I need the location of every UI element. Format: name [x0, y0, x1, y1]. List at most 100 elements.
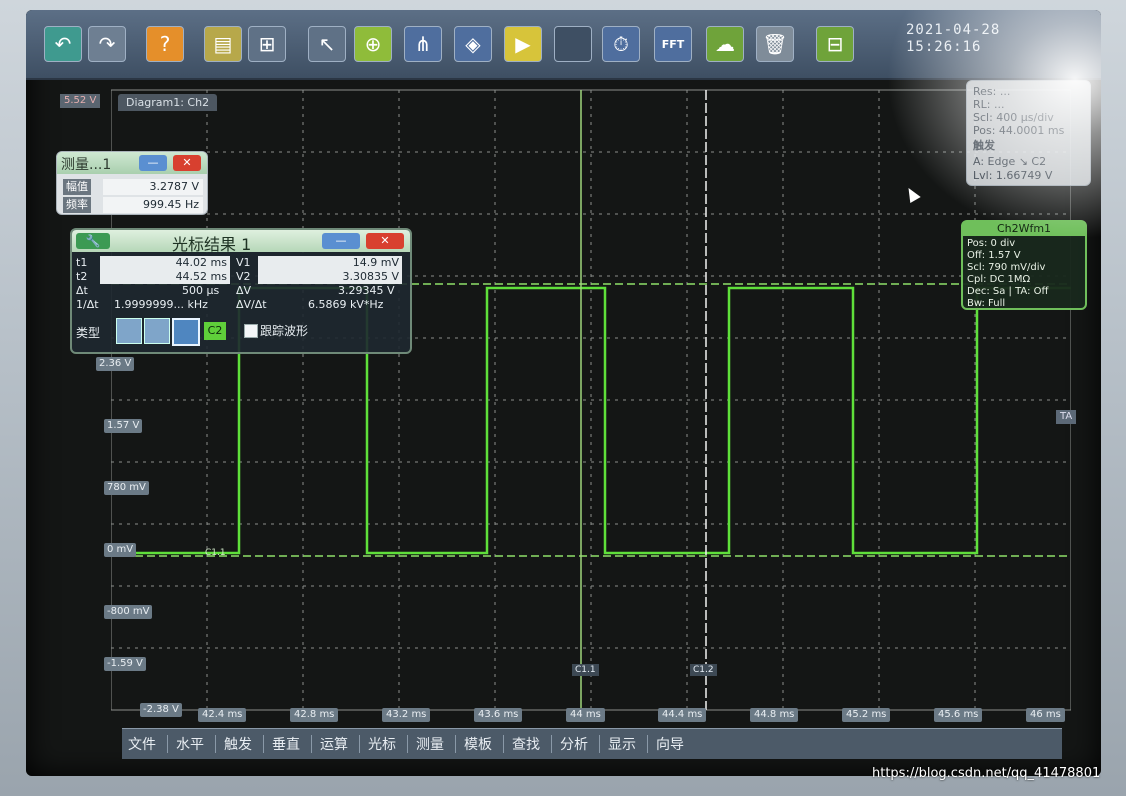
menu-item-11[interactable]: 向导	[656, 734, 684, 754]
cursor-title-bar[interactable]: 🔧 光标结果 1 — ✕	[72, 230, 410, 254]
delete-icon[interactable]: 🗑	[756, 26, 794, 62]
menu-separator	[599, 735, 600, 753]
ch2-scale: Scl: 790 mV/div	[967, 262, 1046, 273]
track-waveform-checkbox[interactable]	[244, 324, 258, 338]
menu-item-3[interactable]: 垂直	[272, 734, 300, 754]
timebase-panel[interactable]: Res: ... RL: ... Scl: 400 µs/div Pos: 44…	[966, 80, 1091, 186]
folder-icon[interactable]: ▤	[204, 26, 242, 62]
menu-separator	[167, 735, 168, 753]
cursor-result-panel[interactable]: 🔧 光标结果 1 — ✕ t1 44.02 ms V1 14.9 mV t2 4…	[70, 228, 412, 354]
type-label: 类型	[76, 326, 101, 340]
help-icon[interactable]: ?	[146, 26, 184, 62]
cursor-type-both-icon[interactable]	[172, 318, 200, 346]
mask-icon[interactable]: ◈	[454, 26, 492, 62]
cursor-type-vertical-icon[interactable]	[144, 318, 170, 344]
x-axis-label: 45.6 ms	[934, 708, 983, 722]
menu-item-4[interactable]: 运算	[320, 734, 348, 754]
cursor-marker-c12[interactable]: C1.2	[690, 664, 717, 676]
ta-marker[interactable]: TA	[1056, 410, 1077, 424]
ch2-decimation: Dec: Sa | TA: Off	[967, 286, 1049, 297]
measurement-label-frequency: 频率	[63, 197, 91, 213]
y-axis-label: -800 mV	[104, 605, 153, 619]
track-waveform-label: 跟踪波形	[260, 324, 309, 338]
datetime-display: 2021-04-28 15:26:16	[906, 22, 1000, 56]
zoom-icon[interactable]: ⊕	[354, 26, 392, 62]
menu-item-2[interactable]: 触发	[224, 734, 252, 754]
marker-icon[interactable]: ▶	[504, 26, 542, 62]
wrench-icon[interactable]: 🔧	[76, 233, 110, 249]
cursor-marker-c11[interactable]: C1.1	[572, 664, 599, 676]
menu-item-9[interactable]: 分析	[560, 734, 588, 754]
v1-value: 14.9 mV	[258, 256, 402, 270]
measurement-panel[interactable]: 测量...1 — ✕ 幅值 3.2787 V 频率 999.45 Hz	[56, 151, 208, 215]
timebase-rl: RL: ...	[973, 98, 1005, 111]
x-axis-label: 44.8 ms	[750, 708, 799, 722]
cloud-icon[interactable]: ☁	[706, 26, 744, 62]
menu-separator	[551, 735, 552, 753]
close-button[interactable]: ✕	[366, 233, 404, 249]
measurement-title-bar[interactable]: 测量...1 — ✕	[57, 152, 207, 174]
c2-source-button[interactable]: C2	[204, 322, 226, 340]
diagram-tab[interactable]: Diagram1: Ch2	[118, 94, 218, 111]
timebase-scale: Scl: 400 µs/div	[973, 111, 1054, 124]
x-axis-label: 45.2 ms	[842, 708, 891, 722]
oscilloscope-screen: ↶ ↷? ▤ ⊞ ↖ ⊕ ⋔ ◈ ▶ ⏱ FFT ☁ 🗑 ⊟ 2021-04-28 15:26:16 Di…	[26, 10, 1101, 776]
x-axis-label: 46 ms	[1026, 708, 1065, 722]
menu-separator	[455, 735, 456, 753]
pointer-icon[interactable]: ↖	[308, 26, 346, 62]
y-axis-label: 1.57 V	[104, 419, 143, 433]
close-button[interactable]: ✕	[173, 155, 201, 171]
dvdt-value: 6.5869 kV*Hz	[308, 298, 384, 311]
t2-label: t2	[76, 270, 88, 283]
y-axis-label: -2.38 V	[140, 703, 182, 717]
menu-item-5[interactable]: 光标	[368, 734, 396, 754]
cursor-title: 光标结果 1	[172, 235, 252, 254]
ch2-title: Ch2Wfm1	[963, 222, 1085, 236]
ch2-waveform-panel[interactable]: Ch2Wfm1 Pos: 0 div Off: 1.57 V Scl: 790 …	[961, 220, 1087, 310]
minimize-button[interactable]: —	[139, 155, 167, 171]
bottom-menu-bar: 文件 水平 触发 垂直 运算 光标 测量 模板 查找 分析 显示 向导	[122, 728, 1062, 759]
dvdt-label: ΔV/Δt	[236, 298, 267, 311]
x-axis-label: 42.8 ms	[290, 708, 339, 722]
layout-icon[interactable]: ⊞	[248, 26, 286, 62]
y-axis-label: 0 mV	[104, 543, 137, 557]
menu-separator	[647, 735, 648, 753]
trigger-heading: 触发	[973, 139, 995, 152]
date-text: 2021-04-28	[906, 22, 1001, 38]
x-axis-label: 43.6 ms	[474, 708, 523, 722]
dv-label: ΔV	[236, 284, 252, 297]
menu-item-1[interactable]: 水平	[176, 734, 204, 754]
measurement-value-frequency: 999.45 Hz	[103, 197, 203, 213]
fft-icon[interactable]: FFT	[654, 26, 692, 62]
cursor-type-horizontal-icon[interactable]	[116, 318, 142, 344]
undo-icon[interactable]: ↶	[44, 26, 82, 62]
y-axis-label: 2.36 V	[96, 357, 135, 371]
dt-label: Δt	[76, 284, 88, 297]
trigger-level: Lvl: 1.66749 V	[973, 169, 1053, 182]
x-axis-label: 44.4 ms	[658, 708, 707, 722]
timebase-res: Res: ...	[973, 85, 1011, 98]
ch2-offset: Off: 1.57 V	[967, 250, 1021, 261]
timer-icon[interactable]: ⏱	[602, 26, 640, 62]
acquire-icon[interactable]: ⊟	[816, 26, 854, 62]
watermark: https://blog.csdn.net/qq_41478801	[872, 766, 1101, 781]
menu-item-10[interactable]: 显示	[608, 734, 636, 754]
menu-item-6[interactable]: 测量	[416, 734, 444, 754]
menu-item-0[interactable]: 文件	[128, 734, 156, 754]
v2-label: V2	[236, 270, 251, 283]
y-axis-label: -1.59 V	[104, 657, 146, 671]
menu-separator	[215, 735, 216, 753]
inv-dt-label: 1/Δt	[76, 298, 99, 311]
waveform-grid[interactable]	[111, 80, 1071, 720]
menu-item-8[interactable]: 查找	[512, 734, 540, 754]
time-text: 15:26:16	[906, 39, 982, 55]
inv-dt-value: 1.9999999... kHz	[114, 298, 208, 311]
x-axis-label: 44 ms	[566, 708, 605, 722]
timebase-position: Pos: 44.0001 ms	[973, 124, 1065, 137]
measurement-label-amplitude: 幅值	[63, 179, 91, 195]
redo-icon[interactable]: ↷	[88, 26, 126, 62]
cursor-measure-icon[interactable]: ⋔	[404, 26, 442, 62]
trigger-type: A: Edge ↘ C2	[973, 155, 1047, 168]
minimize-button[interactable]: —	[322, 233, 360, 249]
menu-item-7[interactable]: 模板	[464, 734, 492, 754]
